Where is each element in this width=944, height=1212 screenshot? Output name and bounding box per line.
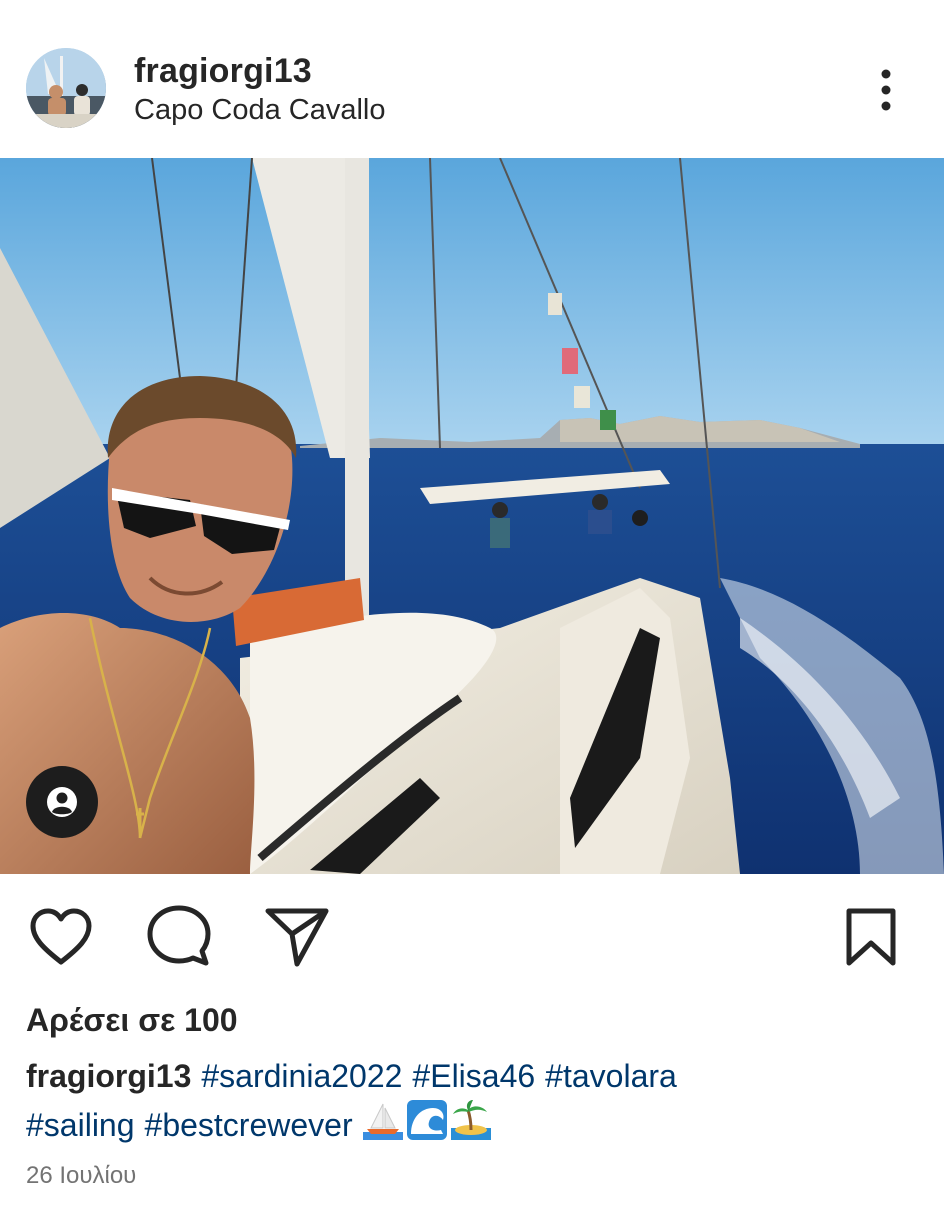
post-caption: fragiorgi13 #sardinia2022 #Elisa46 #tavolar…	[26, 1052, 906, 1149]
like-button[interactable]	[28, 904, 94, 970]
likes-count[interactable]: Αρέσει σε 100	[26, 1002, 238, 1039]
heart-icon	[30, 908, 92, 965]
hashtag-link[interactable]: #bestcrewever	[145, 1107, 353, 1143]
caption-username[interactable]: fragiorgi13	[26, 1058, 191, 1094]
wave-emoji	[406, 1100, 447, 1140]
hashtag-link[interactable]: #Elisa46	[412, 1058, 535, 1094]
post-username[interactable]: fragiorgi13	[134, 52, 312, 91]
post-header: fragiorgi13 Capo Coda Cavallo	[0, 0, 944, 158]
hashtag-link[interactable]: #sailing	[26, 1107, 135, 1143]
caption-emojis	[362, 1100, 491, 1140]
user-tag-button[interactable]	[26, 766, 98, 838]
post-date: 26 Ιουλίου	[26, 1162, 137, 1189]
sailboat-emoji	[362, 1103, 403, 1140]
avatar-image	[26, 48, 106, 128]
avatar[interactable]	[26, 48, 106, 128]
send-icon	[265, 908, 329, 967]
hashtag-link[interactable]: #sardinia2022	[201, 1058, 402, 1094]
bookmark-icon	[846, 908, 896, 966]
more-options-icon	[881, 69, 891, 111]
user-tag-icon	[47, 787, 77, 817]
comment-button[interactable]	[146, 904, 212, 970]
hashtag-link[interactable]: #tavolara	[545, 1058, 677, 1094]
island-emoji	[450, 1100, 491, 1140]
share-button[interactable]	[264, 904, 330, 970]
save-button[interactable]	[838, 904, 904, 970]
post-photo[interactable]	[0, 158, 944, 874]
post-actions	[0, 874, 944, 998]
sailing-photo	[0, 158, 944, 874]
more-options-button[interactable]	[862, 62, 910, 118]
comment-icon	[147, 905, 211, 966]
post-location[interactable]: Capo Coda Cavallo	[134, 94, 385, 127]
